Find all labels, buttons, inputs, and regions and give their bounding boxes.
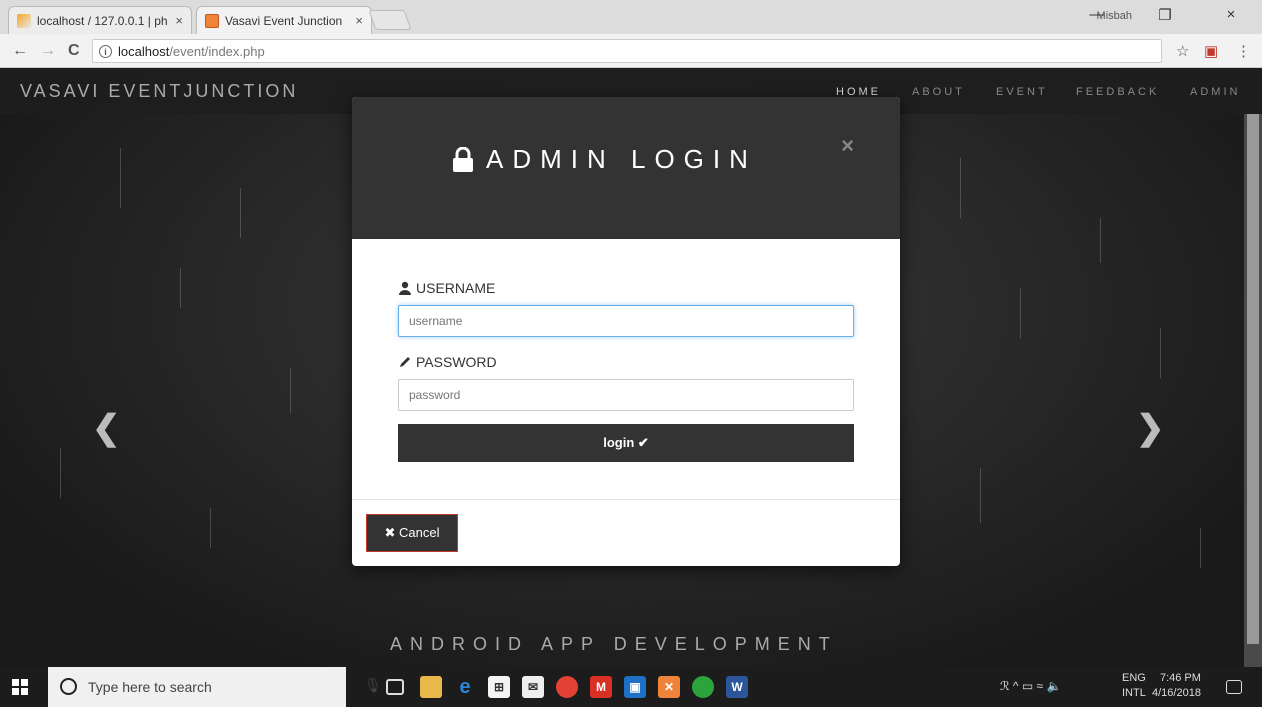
rain-streak bbox=[60, 448, 61, 498]
tab-title: localhost / 127.0.0.1 | ph bbox=[37, 13, 168, 28]
modal-header: ADMIN LOGIN × bbox=[352, 97, 900, 239]
forward-icon[interactable]: → bbox=[40, 42, 56, 60]
rain-streak bbox=[1020, 288, 1021, 338]
username-label: USERNAME bbox=[398, 280, 495, 296]
password-label-text: PASSWORD bbox=[416, 354, 497, 370]
carousel-prev-icon[interactable]: ❮ bbox=[92, 408, 121, 448]
window-close-icon[interactable]: × bbox=[1216, 6, 1246, 23]
modal-title: ADMIN LOGIN bbox=[452, 144, 792, 175]
carousel-caption: ANDROID APP DEVELOPMENT bbox=[390, 634, 838, 654]
notification-icon[interactable] bbox=[1226, 680, 1242, 694]
password-input[interactable] bbox=[398, 379, 854, 411]
rain-streak bbox=[240, 188, 241, 238]
rain-streak bbox=[1200, 528, 1201, 568]
clock-date: 4/16/2018 bbox=[1152, 687, 1201, 699]
browser-toolbar: ← → C i localhost/event/index.php ☆ ▣ ⋮ bbox=[0, 34, 1262, 68]
rain-streak bbox=[1100, 218, 1101, 263]
gmail-icon[interactable]: M bbox=[590, 676, 612, 698]
edge-icon[interactable]: e bbox=[454, 676, 476, 698]
address-path: /event/index.php bbox=[169, 43, 265, 59]
store-icon[interactable]: ⊞ bbox=[488, 676, 510, 698]
browser-tab-strip: localhost / 127.0.0.1 | ph × Vasavi Even… bbox=[0, 0, 1262, 34]
scrollbar-thumb[interactable] bbox=[1247, 114, 1259, 644]
address-host: localhost bbox=[118, 43, 170, 59]
minimize-icon[interactable]: — bbox=[1082, 6, 1112, 23]
taskbar-clock[interactable]: 7:46 PM 4/16/2018 bbox=[1152, 671, 1201, 701]
phpmyadmin-favicon-icon bbox=[17, 13, 31, 28]
tab-title: Vasavi Event Junction bbox=[225, 13, 343, 28]
rain-streak bbox=[980, 468, 981, 523]
username-label-text: USERNAME bbox=[416, 280, 496, 296]
nav-feedback[interactable]: FEEDBACK bbox=[1076, 86, 1159, 98]
page-scrollbar[interactable] bbox=[1244, 114, 1262, 667]
rain-streak bbox=[180, 268, 181, 308]
xampp-favicon-icon bbox=[205, 13, 219, 28]
mail-icon[interactable]: ✉ bbox=[522, 676, 544, 698]
lock-icon bbox=[453, 146, 473, 172]
rain-streak bbox=[1160, 328, 1161, 378]
windows-taskbar: Type here to search 🎙 e ⊞ ✉ M ▣ ✕ W ℛ ^ … bbox=[0, 667, 1262, 707]
file-explorer-icon[interactable] bbox=[420, 676, 442, 698]
nav-about[interactable]: ABOUT bbox=[912, 86, 965, 98]
app-icon[interactable]: ▣ bbox=[624, 676, 646, 698]
nav-admin[interactable]: ADMIN bbox=[1190, 86, 1240, 98]
tab-close-icon[interactable]: × bbox=[355, 13, 363, 28]
whatsapp-icon[interactable] bbox=[692, 676, 714, 698]
taskbar-search[interactable]: Type here to search 🎙 bbox=[48, 667, 382, 707]
task-view-icon[interactable] bbox=[386, 679, 404, 695]
user-icon bbox=[399, 281, 411, 295]
windows-start-icon[interactable] bbox=[12, 679, 28, 695]
xampp-icon[interactable]: ✕ bbox=[658, 676, 680, 698]
modal-title-text: ADMIN LOGIN bbox=[486, 144, 757, 174]
carousel-next-icon[interactable]: ❯ bbox=[1136, 408, 1165, 448]
tab-close-icon[interactable]: × bbox=[175, 13, 183, 28]
site-brand[interactable]: VASAVI EVENTJUNCTION bbox=[20, 81, 298, 102]
rain-streak bbox=[960, 158, 961, 218]
web-page: VASAVI EVENTJUNCTION HOME ABOUT EVENT FE… bbox=[0, 68, 1262, 667]
modal-close-icon[interactable]: × bbox=[841, 133, 854, 159]
rain-streak bbox=[120, 148, 121, 208]
address-bar[interactable]: i localhost/event/index.php bbox=[92, 39, 1162, 63]
reload-icon[interactable]: C bbox=[68, 42, 80, 60]
microphone-icon[interactable]: 🎙 bbox=[364, 677, 382, 694]
browser-menu-icon[interactable]: ⋮ bbox=[1236, 42, 1251, 60]
cancel-button[interactable]: ✖ Cancel bbox=[366, 514, 458, 552]
tab-phpmyadmin[interactable]: localhost / 127.0.0.1 | ph × bbox=[8, 6, 192, 34]
lang-bottom: INTL bbox=[1122, 687, 1146, 699]
nav-event[interactable]: EVENT bbox=[996, 86, 1048, 98]
lang-top: ENG bbox=[1122, 672, 1146, 684]
clock-time: 7:46 PM bbox=[1159, 672, 1201, 684]
bookmark-star-icon[interactable]: ☆ bbox=[1176, 42, 1189, 60]
rain-streak bbox=[290, 368, 291, 413]
rain-streak bbox=[210, 508, 211, 548]
screen: localhost / 127.0.0.1 | ph × Vasavi Even… bbox=[0, 0, 1262, 707]
login-button[interactable]: login ✔ bbox=[398, 424, 854, 462]
cortana-icon bbox=[60, 678, 77, 695]
info-icon[interactable]: i bbox=[99, 44, 112, 58]
word-icon[interactable]: W bbox=[726, 676, 748, 698]
chrome-icon[interactable] bbox=[556, 676, 578, 698]
restore-icon[interactable]: ❐ bbox=[1150, 6, 1180, 24]
new-tab-button[interactable] bbox=[368, 10, 412, 30]
username-input[interactable] bbox=[398, 305, 854, 337]
tab-vasavi-event-junction[interactable]: Vasavi Event Junction × bbox=[196, 6, 372, 34]
admin-login-modal: ADMIN LOGIN × USERNAME PASSWORD login ✔ bbox=[352, 97, 900, 566]
pencil-icon bbox=[400, 357, 410, 367]
modal-footer-divider bbox=[352, 499, 900, 500]
system-tray-icons[interactable]: ℛ ^ ▭ ≈ 🔈 bbox=[1000, 679, 1061, 693]
search-placeholder: Type here to search bbox=[88, 679, 212, 695]
extension-icon[interactable]: ▣ bbox=[1204, 42, 1218, 60]
language-indicator[interactable]: ENG INTL bbox=[1122, 671, 1146, 701]
back-icon[interactable]: ← bbox=[12, 42, 28, 60]
password-label: PASSWORD bbox=[398, 354, 497, 370]
